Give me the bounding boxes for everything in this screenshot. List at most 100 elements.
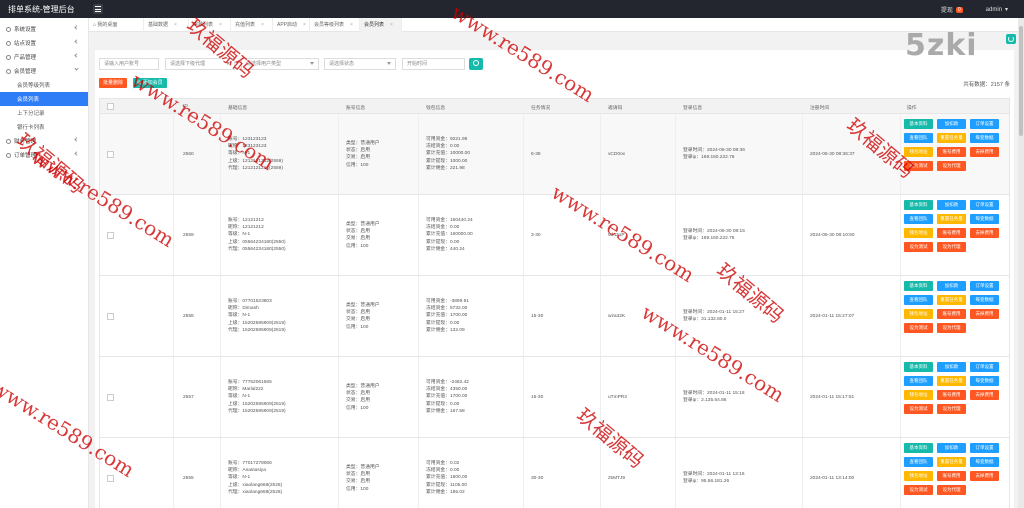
row-checkbox[interactable] <box>107 232 114 239</box>
op-button-6[interactable]: 钱包地址 <box>904 228 933 238</box>
op-button-7[interactable]: 账号费用 <box>937 471 966 481</box>
op-button-10[interactable]: 设为代理 <box>937 404 966 414</box>
sidebar-item-site[interactable]: 站点设置 <box>0 36 88 50</box>
close-icon[interactable]: × <box>390 22 393 28</box>
op-button-5[interactable]: 每变数据 <box>970 295 999 305</box>
refresh-icon[interactable] <box>1006 34 1016 44</box>
tab-member-level[interactable]: 会员等级列表 × <box>310 18 360 32</box>
tab-app[interactable]: APP启动 × <box>273 18 310 32</box>
op-button-7[interactable]: 账号费用 <box>937 228 966 238</box>
op-button-8[interactable]: 去掉费用 <box>970 147 999 157</box>
op-button-2[interactable]: 订单设置 <box>970 443 999 453</box>
op-button-8[interactable]: 去掉费用 <box>970 309 999 319</box>
row-checkbox[interactable] <box>107 475 114 482</box>
tab-home[interactable]: ⌂ 我的桌面 <box>89 18 144 32</box>
op-button-10[interactable]: 设为代理 <box>937 485 966 495</box>
op-button-9[interactable]: 设为测试 <box>904 242 933 252</box>
op-button-4[interactable]: 重置任务量 <box>937 295 966 305</box>
start-date-input[interactable]: 开始时间 <box>402 58 465 70</box>
select-all-checkbox[interactable] <box>107 103 114 110</box>
row-checkbox[interactable] <box>107 394 114 401</box>
op-button-0[interactable]: 基本资料 <box>904 119 933 129</box>
op-button-10[interactable]: 设为代理 <box>937 323 966 333</box>
op-button-9[interactable]: 设为测试 <box>904 161 933 171</box>
sidebar-sub-bank-cards[interactable]: 银行卡列表 <box>0 120 88 134</box>
close-icon[interactable]: × <box>174 22 177 28</box>
op-button-9[interactable]: 设为测试 <box>904 323 933 333</box>
tab-recharge[interactable]: 充值列表 × <box>231 18 273 32</box>
op-button-1[interactable]: 加扣款 <box>937 200 966 210</box>
op-button-2[interactable]: 订单设置 <box>970 281 999 291</box>
op-button-3[interactable]: 查看团队 <box>904 376 933 386</box>
op-button-3[interactable]: 查看团队 <box>904 214 933 224</box>
op-button-1[interactable]: 加扣款 <box>937 443 966 453</box>
sidebar-sub-balance-log[interactable]: 上下分记录 <box>0 106 88 120</box>
op-button-9[interactable]: 设为测试 <box>904 485 933 495</box>
batch-delete-button[interactable]: 批量删除 <box>99 78 128 88</box>
user-search-input[interactable]: 请输入用户账号 <box>99 58 159 70</box>
op-button-3[interactable]: 查看团队 <box>904 133 933 143</box>
op-button-7[interactable]: 账号费用 <box>937 147 966 157</box>
caret-down-icon[interactable]: ▾ <box>1005 6 1008 13</box>
sidebar-item-product[interactable]: 产品管理 <box>0 50 88 64</box>
row-checkbox[interactable] <box>107 151 114 158</box>
op-button-8[interactable]: 去掉费用 <box>970 471 999 481</box>
op-button-10[interactable]: 设为代理 <box>937 242 966 252</box>
op-button-4[interactable]: 重置任务量 <box>937 214 966 224</box>
op-button-9[interactable]: 设为测试 <box>904 404 933 414</box>
op-button-7[interactable]: 账号费用 <box>937 309 966 319</box>
status-select[interactable]: 请选择状态 <box>324 58 396 70</box>
op-button-10[interactable]: 设为代理 <box>937 161 966 171</box>
search-button[interactable] <box>469 58 483 70</box>
user-type-select[interactable]: 请选择用户类型 <box>241 58 319 70</box>
sidebar-sub-member-level[interactable]: 会员等级列表 <box>0 78 88 92</box>
op-button-1[interactable]: 加扣款 <box>937 119 966 129</box>
op-button-0[interactable]: 基本资料 <box>904 362 933 372</box>
op-button-1[interactable]: 加扣款 <box>937 281 966 291</box>
close-icon[interactable]: × <box>219 22 222 28</box>
op-button-2[interactable]: 订单设置 <box>970 119 999 129</box>
op-button-3[interactable]: 查看团队 <box>904 457 933 467</box>
sidebar-sub-member-list[interactable]: 会员列表 <box>0 92 88 106</box>
sidebar-item-member[interactable]: 会员管理 <box>0 64 88 78</box>
op-button-6[interactable]: 钱包地址 <box>904 309 933 319</box>
op-button-4[interactable]: 重置任务量 <box>937 457 966 467</box>
op-button-4[interactable]: 重置任务量 <box>937 133 966 143</box>
op-button-5[interactable]: 每变数据 <box>970 376 999 386</box>
close-icon[interactable]: × <box>261 22 264 28</box>
sidebar-item-system[interactable]: 系统设置 <box>0 22 88 36</box>
op-button-7[interactable]: 账号费用 <box>937 390 966 400</box>
op-button-0[interactable]: 基本资料 <box>904 200 933 210</box>
op-button-5[interactable]: 每变数据 <box>970 133 999 143</box>
sidebar-item-orders[interactable]: 订单管理 <box>0 148 88 162</box>
user-menu[interactable]: admin <box>986 7 1002 13</box>
close-icon[interactable]: × <box>303 22 306 28</box>
op-button-0[interactable]: 基本资料 <box>904 443 933 453</box>
op-button-1[interactable]: 加扣款 <box>937 362 966 372</box>
op-button-5[interactable]: 每变数据 <box>970 214 999 224</box>
op-button-6[interactable]: 钱包地址 <box>904 147 933 157</box>
op-button-6[interactable]: 钱包地址 <box>904 471 933 481</box>
close-icon[interactable]: × <box>350 22 353 28</box>
top-bar: 排单系统-管理后台 提现 0 admin ▾ <box>0 0 1024 18</box>
op-button-6[interactable]: 钱包地址 <box>904 390 933 400</box>
op-button-0[interactable]: 基本资料 <box>904 281 933 291</box>
row-checkbox[interactable] <box>107 313 114 320</box>
op-button-4[interactable]: 重置任务量 <box>937 376 966 386</box>
tab-audit[interactable]: 审核列表 × <box>189 18 231 32</box>
tab-member-list[interactable]: 会员列表 × <box>360 18 402 32</box>
register-time: 2024-01-11 15:17:51 <box>810 395 855 400</box>
op-button-2[interactable]: 订单设置 <box>970 362 999 372</box>
op-button-3[interactable]: 查看团队 <box>904 295 933 305</box>
agent-select[interactable]: 请选择下级代理 <box>165 58 235 70</box>
scrollbar[interactable] <box>1018 18 1024 508</box>
sidebar-item-finance[interactable]: 财务管理 <box>0 134 88 148</box>
withdraw-link[interactable]: 提现 <box>941 5 953 14</box>
tab-basic-data[interactable]: 基础数据 × <box>144 18 189 32</box>
add-member-button[interactable]: ⊕ 添加会员 <box>133 78 167 88</box>
op-button-5[interactable]: 每变数据 <box>970 457 999 467</box>
op-button-8[interactable]: 去掉费用 <box>970 390 999 400</box>
menu-toggle-icon[interactable] <box>93 4 103 14</box>
op-button-2[interactable]: 订单设置 <box>970 200 999 210</box>
op-button-8[interactable]: 去掉费用 <box>970 228 999 238</box>
